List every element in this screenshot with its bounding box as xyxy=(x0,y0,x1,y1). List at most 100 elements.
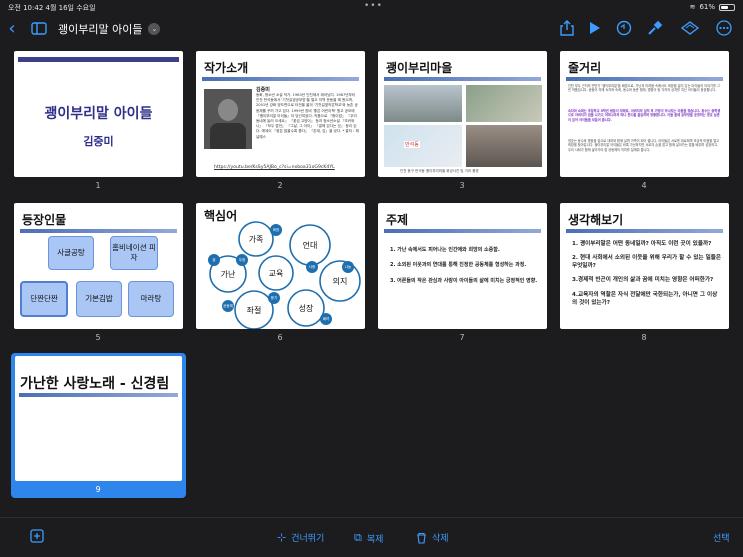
question-item-2: 2. 현대 사회에서 소외된 이웃을 위해 우리가 할 수 있는 일들은 무엇일… xyxy=(572,255,722,269)
character-box-3: 단짠단짠 xyxy=(20,281,68,317)
theme-item-3: 3. 어른들의 작은 관심과 사랑이 아이들의 삶에 미치는 긍정적인 영향. xyxy=(390,278,538,284)
slide-thumbnail-8[interactable]: 생각해보기 1. 괭이부리말은 어떤 동네일까? 아직도 이런 곳이 있을까? … xyxy=(560,203,729,329)
slide-3-title: 괭이부리마을 xyxy=(386,61,453,75)
share-icon[interactable] xyxy=(558,18,576,38)
keyword-label: 성장 xyxy=(299,303,314,313)
slide-thumbnail-1[interactable]: 괭이부리말 아이들 김중미 xyxy=(14,51,183,177)
slide-thumbnail-2[interactable]: 작가소개 동화, 청소년 소설 작가. 1963년 인천에서 태어났다. 198… xyxy=(196,51,365,177)
slide-thumbnail-3[interactable]: 괭이부리마을 만석동 인천 동구 만석동 괭이부리마을 위성사진 및 거리 풍경 xyxy=(378,51,547,177)
slide-number-7: 7 xyxy=(459,333,465,342)
slide-1-author: 김중미 xyxy=(83,135,114,148)
play-icon[interactable] xyxy=(586,18,604,38)
character-box-2: 홈비네이션 피자 xyxy=(110,236,158,270)
diamond-icon[interactable] xyxy=(680,18,700,38)
slide-thumbnail-5[interactable]: 등장인물 사글공탕 홈비네이션 피자 단짠단짠 기본김밥 마라탕 xyxy=(14,203,183,329)
keyword-diagram: 가족 언대 가난 교육 의지 좌절 성장 희망 꿈 우정 사랑 나눔 공동체 용… xyxy=(208,221,361,329)
slide-top-bar xyxy=(18,57,179,62)
slide-number-1: 1 xyxy=(95,181,101,190)
slide-thumbnail-4[interactable]: 줄거리 인천 부두 근처의 빈민가 '괭이부리말'을 배경으로, 가난과 어려움… xyxy=(560,51,729,177)
duplicate-label: 복제 xyxy=(366,534,384,545)
slide-thumbnail-7[interactable]: 주제 1. 가난 속에서도 피어나는 인간애와 희망의 소중함. 2. 소외된 … xyxy=(378,203,547,329)
skip-label: 건너뛰기 xyxy=(291,534,325,544)
keyword-label: 의지 xyxy=(333,276,348,286)
small-keyword-label: 희망 xyxy=(273,227,280,232)
slide-7-title: 주제 xyxy=(386,213,409,227)
slide-3-caption: 인천 동구 만석동 괭이부리마을 위성사진 및 거리 풍경 xyxy=(400,169,479,173)
battery-icon xyxy=(719,3,735,11)
satellite-photo xyxy=(466,85,542,122)
author-bio: 동화, 청소년 소설 작가. 1963년 인천에서 태어났다. 1987년부터 … xyxy=(256,93,359,139)
slide-number-9: 9 xyxy=(95,485,101,494)
slide-thumbnail-6[interactable]: 핵심어 가족 언대 가난 교육 의지 좌절 성장 희망 꿈 우정 사랑 나눔 공… xyxy=(196,203,365,329)
village-photo-1 xyxy=(384,85,462,122)
back-icon[interactable]: ‹ xyxy=(6,18,18,39)
wifi-icon: ≋ xyxy=(689,3,696,11)
bottom-toolbar: ⊹ 건너뛰기 ⧉ 복제 삭제 선택 xyxy=(0,517,743,557)
delete-button[interactable]: 삭제 xyxy=(416,531,449,544)
slide-number-5: 5 xyxy=(95,333,101,342)
slide-5-title: 등장인물 xyxy=(22,213,67,227)
slide-number-8: 8 xyxy=(641,333,647,342)
keyword-label: 가족 xyxy=(249,235,264,244)
theme-item-2: 2. 소외된 이웃과의 연대를 통해 진정한 공동체를 형성하는 과정. xyxy=(390,262,527,268)
theme-item-1: 1. 가난 속에서도 피어나는 인간애와 희망의 소중함. xyxy=(390,247,500,253)
add-slide-icon xyxy=(30,529,44,543)
author-photo xyxy=(204,89,252,149)
duplicate-button[interactable]: ⧉ 복제 xyxy=(354,531,383,545)
small-keyword-label: 공동체 xyxy=(223,303,233,308)
slide-number-2: 2 xyxy=(277,181,283,190)
question-item-3: 3.경제적 빈곤이 개인의 삶과 꿈에 미치는 영향은 어떠한가? xyxy=(572,277,714,283)
status-bar: 오전 10:42 4월 16일 수요일 ••• ≋ 61% xyxy=(0,0,743,14)
plot-paragraph-3: 영호는 동수와 명환을 집으로 데려와 함께 살며 가족이 되어 줍니다. 아이… xyxy=(568,139,720,152)
area-map: 만석동 xyxy=(384,125,462,167)
battery-percent: 61% xyxy=(699,3,715,11)
add-slide-button[interactable] xyxy=(30,529,44,543)
character-box-1: 사글공탕 xyxy=(48,236,94,270)
small-keyword-label: 배려 xyxy=(323,316,329,321)
map-label: 만석동 xyxy=(404,141,420,148)
small-keyword-label: 사랑 xyxy=(309,264,316,269)
slide-number-3: 3 xyxy=(459,181,465,190)
keyword-label: 좌절 xyxy=(247,306,262,315)
question-item-4: 4.교육자의 역할은 자식 전달에만 국한되는가, 아니면 그 이상의 것이 있… xyxy=(572,292,718,306)
select-button[interactable]: 선택 xyxy=(713,531,730,544)
character-box-5: 마라탕 xyxy=(128,281,174,317)
small-keyword-label: 우정 xyxy=(239,257,245,262)
slide-number-4: 4 xyxy=(641,181,647,190)
slide-thumbnail-9[interactable]: 가난한 사랑노래 - 신경림 xyxy=(15,356,182,481)
video-link[interactable]: https://youtu.be/KsSy5AJBo_c?si=nxboa31o… xyxy=(214,165,335,170)
slide-title-bar xyxy=(19,393,178,397)
slide-1-title: 괭이부리말 아이들 xyxy=(44,106,153,122)
skip-button[interactable]: ⊹ 건너뛰기 xyxy=(277,531,324,544)
question-item-1: 1. 괭이부리말은 어떤 동네일까? 아직도 이런 곳이 있을까? xyxy=(572,241,712,247)
multitask-dots[interactable]: ••• xyxy=(364,1,383,11)
delete-label: 삭제 xyxy=(432,534,449,544)
sidebar-icon[interactable] xyxy=(30,18,48,38)
document-title[interactable]: 괭이부리말 아이들 ⌄ xyxy=(58,21,161,37)
keynote-app: 오전 10:42 4월 16일 수요일 ••• ≋ 61% ‹ 괭이부리말 아이… xyxy=(0,0,743,557)
village-photo-2 xyxy=(466,125,542,167)
undo-icon[interactable] xyxy=(615,18,633,38)
slide-9-title: 가난한 사랑노래 - 신경림 xyxy=(20,376,170,392)
document-title-text: 괭이부리말 아이들 xyxy=(58,23,143,36)
status-time: 오전 10:42 4월 16일 수요일 xyxy=(8,4,96,12)
slide-8-title: 생각해보기 xyxy=(568,213,624,227)
trash-icon xyxy=(417,532,426,544)
plot-paragraph-2: 숙자와 숙희는 초등학교 5학년 쌍둥이 자매로, 아버지의 실직 후 가정이 … xyxy=(568,109,721,122)
skip-icon: ⊹ xyxy=(277,531,287,544)
format-brush-icon[interactable] xyxy=(646,18,664,38)
character-box-4: 기본김밥 xyxy=(76,281,122,317)
keyword-label: 교육 xyxy=(269,269,284,278)
small-keyword-label: 나눔 xyxy=(345,264,352,269)
author-name: 김중미 xyxy=(256,87,270,93)
plot-paragraph-1: 인천 부두 근처의 빈민가 '괭이부리말'을 배경으로, 가난과 어려움 속에서… xyxy=(568,84,720,93)
keyword-label: 가난 xyxy=(221,270,236,279)
more-icon[interactable] xyxy=(715,18,733,38)
toolbar: ‹ 괭이부리말 아이들 ⌄ xyxy=(0,14,743,42)
duplicate-icon: ⧉ xyxy=(354,531,362,544)
slide-4-title: 줄거리 xyxy=(568,61,602,75)
slide-2-title: 작가소개 xyxy=(204,61,249,75)
keyword-label: 언대 xyxy=(303,240,318,250)
chevron-down-icon[interactable]: ⌄ xyxy=(148,23,161,35)
slide-number-6: 6 xyxy=(277,333,283,342)
